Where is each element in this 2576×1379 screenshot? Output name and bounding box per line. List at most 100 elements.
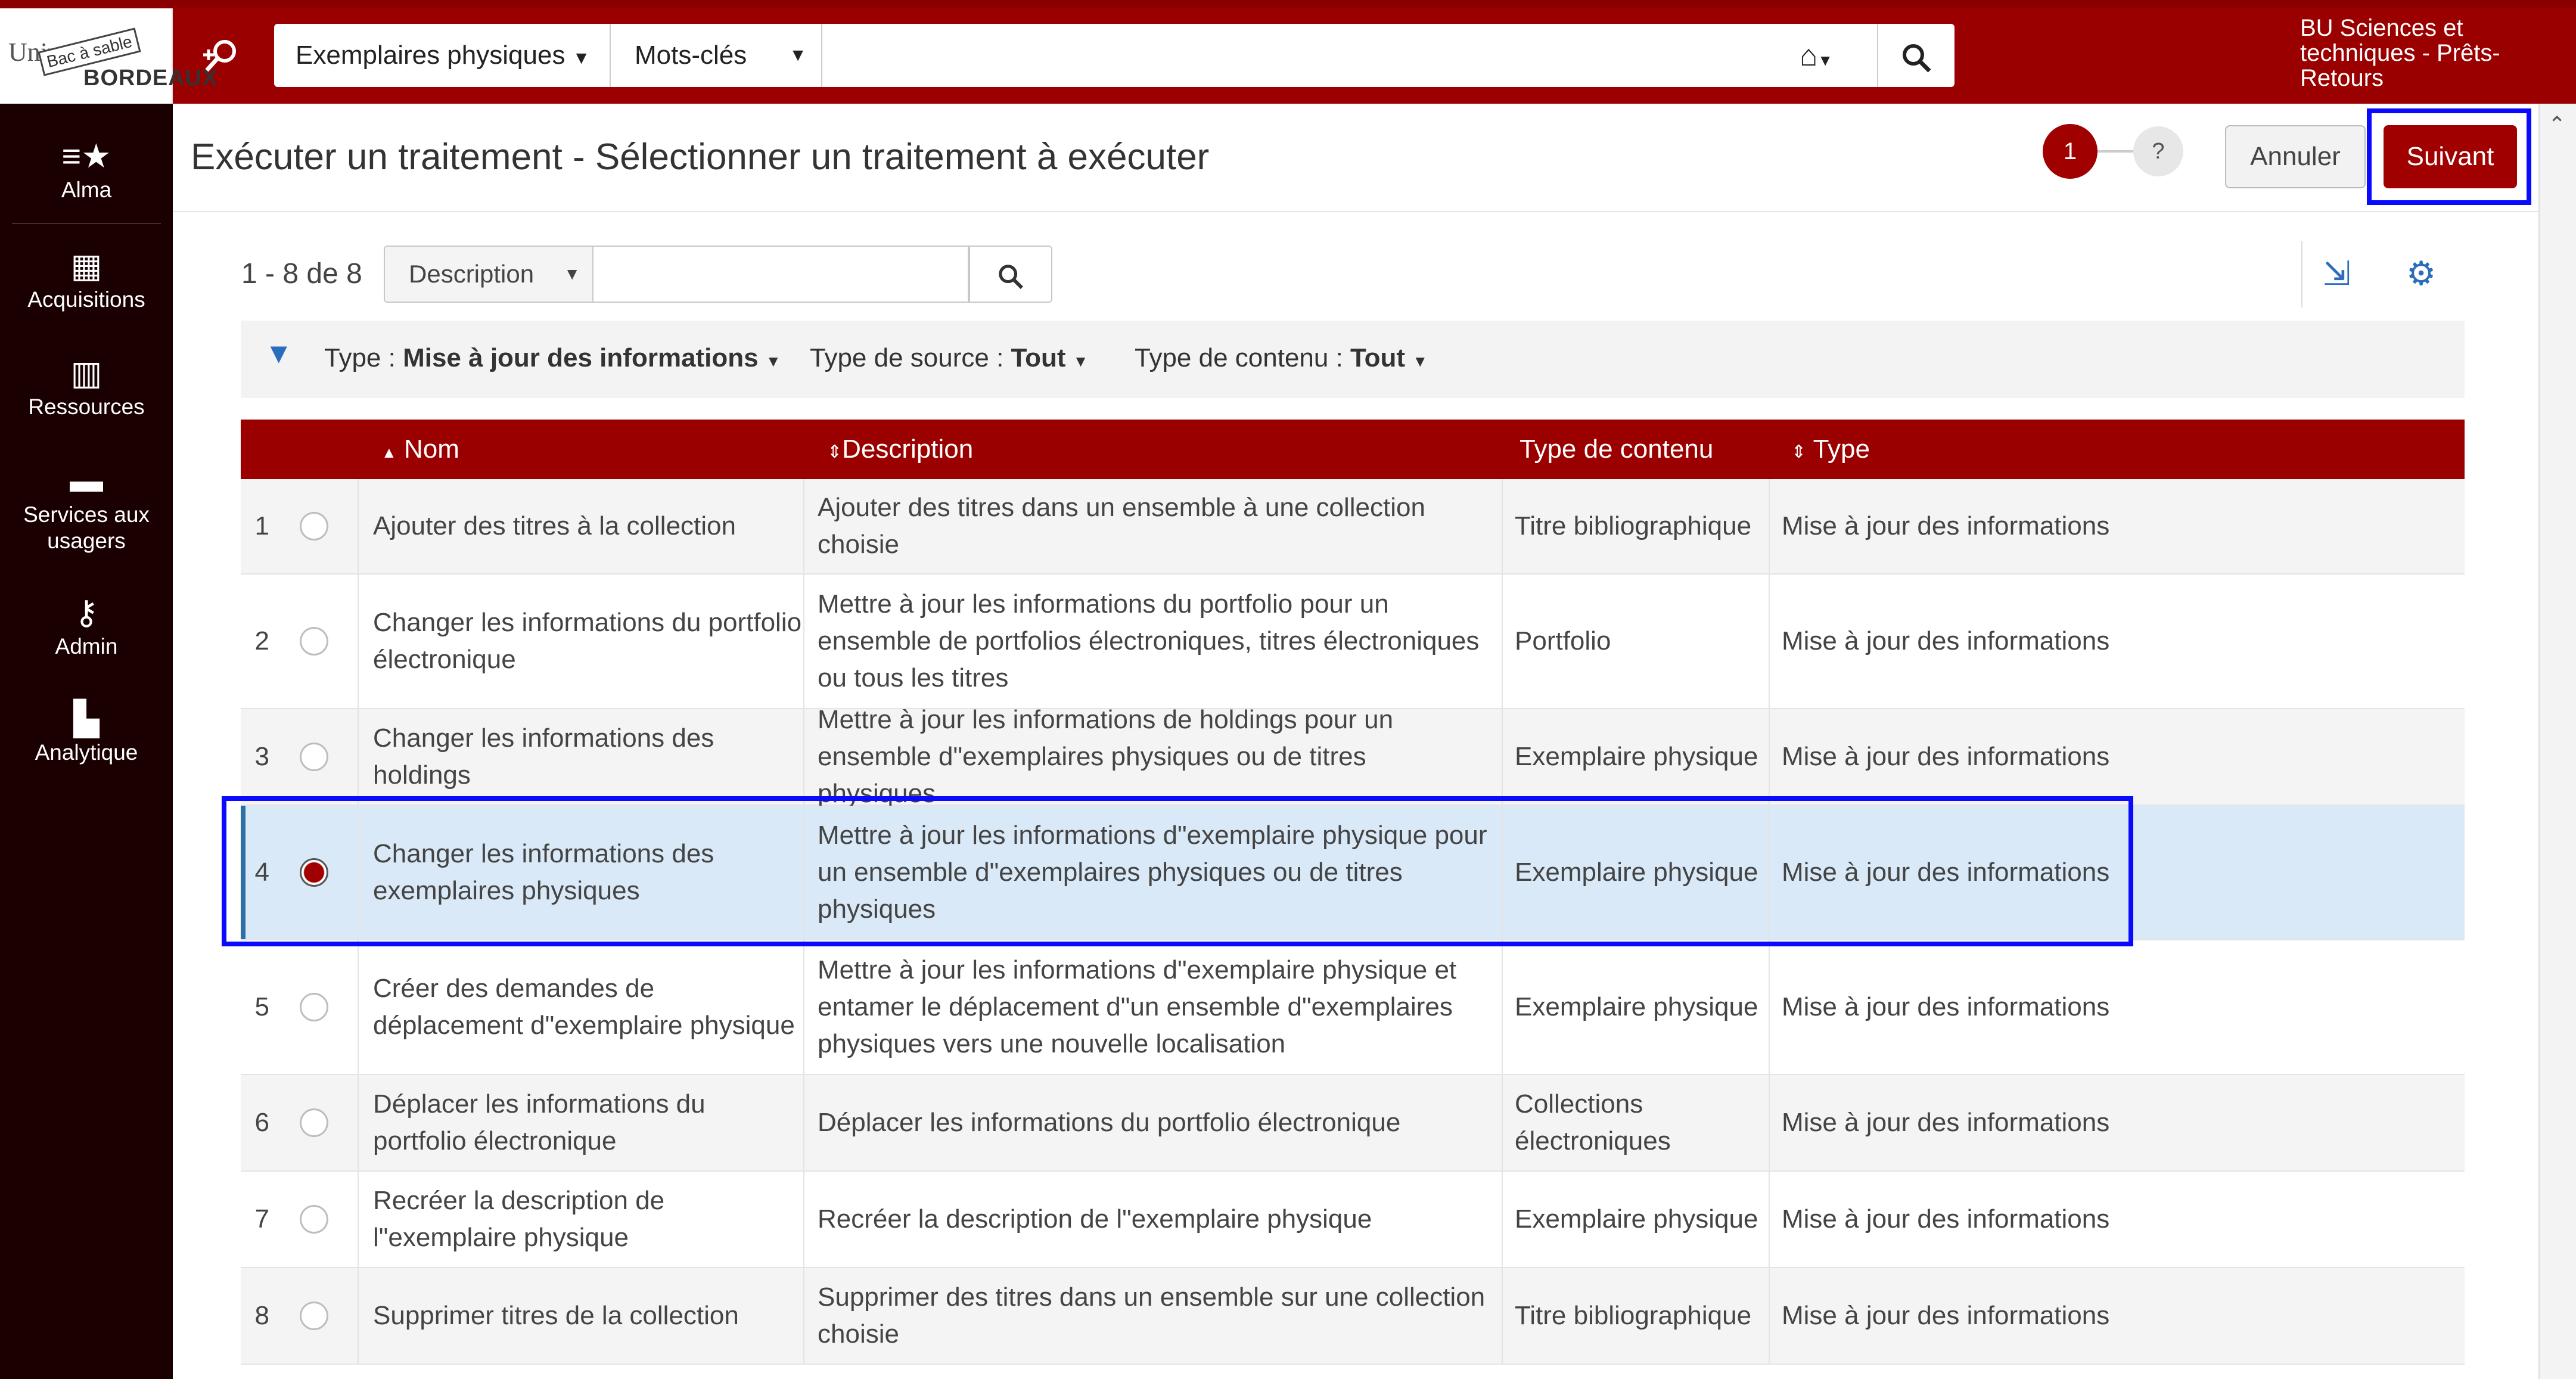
row-name: Ajouter des titres à la collection xyxy=(358,479,803,573)
page-scrollbar[interactable]: ⌃ xyxy=(2538,104,2576,1379)
row-radio[interactable] xyxy=(269,479,359,573)
row-radio[interactable] xyxy=(269,1172,359,1267)
table-row[interactable]: 6 Déplacer les informations du portfolio… xyxy=(241,1075,2465,1172)
filter-content-value: Tout xyxy=(1350,343,1406,372)
search-icon xyxy=(1903,44,1931,73)
filter-type[interactable]: Type : Mise à jour des informations ▼ xyxy=(324,343,781,373)
caret-down-icon: ▼ xyxy=(789,45,807,65)
sidebar-item-acquisitions[interactable]: ▦ Acquisitions xyxy=(0,247,173,312)
row-type: Mise à jour des informations xyxy=(1769,1172,2465,1267)
sidebar-item-label: Admin xyxy=(55,634,118,659)
row-radio[interactable] xyxy=(269,940,359,1074)
persistent-search-icon[interactable] xyxy=(200,36,247,77)
search-field-label: Mots-clés xyxy=(635,41,747,70)
search-button[interactable] xyxy=(1877,24,1954,87)
column-header-name[interactable]: ▲ Nom xyxy=(381,420,459,479)
table-row[interactable]: 2 Changer les informations du portfolio … xyxy=(241,574,2465,709)
scroll-up-icon[interactable]: ⌃ xyxy=(2548,112,2566,137)
books-icon: ▥ xyxy=(70,354,102,392)
row-type: Mise à jour des informations xyxy=(1769,940,2465,1074)
row-description: Mettre à jour les informations d"exempla… xyxy=(803,940,1502,1074)
gear-icon[interactable]: ⚙ xyxy=(2406,254,2436,293)
filter-source-type[interactable]: Type de source : Tout ▼ xyxy=(810,343,1089,373)
radio-button[interactable] xyxy=(300,512,328,541)
column-header-label: Type xyxy=(1813,434,1870,464)
filter-icon: ▼ xyxy=(265,338,293,369)
list-search-field-dropdown[interactable]: Description ▼ xyxy=(384,246,593,303)
highlight-box-next-button xyxy=(2367,108,2531,205)
list-search-button[interactable] xyxy=(969,246,1052,303)
caret-down-icon: ▼ xyxy=(564,265,580,283)
sidebar-item-user-services[interactable]: ▬ Services aux usagers xyxy=(0,461,173,554)
row-radio[interactable] xyxy=(269,1075,359,1170)
row-type: Mise à jour des informations xyxy=(1769,1075,2465,1170)
wrench-icon: ⚷ xyxy=(74,594,99,631)
current-location[interactable]: BU Sciences et techniques - Prêts-Retour… xyxy=(2300,15,2562,91)
result-count: 1 - 8 de 8 xyxy=(241,258,362,290)
step-indicator-current: 1 xyxy=(2043,124,2098,179)
university-logo[interactable]: Univ Bac à sable BORDEAUX xyxy=(0,8,217,104)
row-name: Supprimer titres de la collection xyxy=(358,1268,803,1364)
row-number: 1 xyxy=(254,511,269,541)
list-search-input[interactable] xyxy=(593,246,969,303)
row-content-type: Portfolio xyxy=(1502,574,1769,708)
row-number: 6 xyxy=(254,1108,269,1137)
table-header: ▲ Nom ⇕Description Type de contenu ⇕ Typ… xyxy=(241,420,2465,479)
column-header-label: Description xyxy=(842,434,974,464)
sort-icon: ⇕ xyxy=(827,442,843,462)
bar-chart-icon: ▙ xyxy=(73,700,100,737)
row-content-type: Exemplaire physique xyxy=(1502,709,1769,805)
radio-button[interactable] xyxy=(300,627,328,656)
row-number: 2 xyxy=(254,626,269,656)
filter-type-label: Type : xyxy=(324,343,396,372)
filter-content-type[interactable]: Type de contenu : Tout ▼ xyxy=(1135,343,1428,373)
row-name: Changer les informations du portfolio él… xyxy=(358,574,803,708)
row-description: Ajouter des titres dans un ensemble à un… xyxy=(803,479,1502,573)
table-row[interactable]: 5 Créer des demandes de déplacement d"ex… xyxy=(241,940,2465,1075)
header-divider xyxy=(173,211,2538,212)
radio-button[interactable] xyxy=(300,1302,328,1330)
sidebar-item-alma[interactable]: ≡★ Alma xyxy=(0,137,173,203)
sidebar-item-label: Alma xyxy=(61,178,112,202)
radio-button[interactable] xyxy=(300,1205,328,1234)
sidebar-item-admin[interactable]: ⚷ Admin xyxy=(0,594,173,659)
row-type: Mise à jour des informations xyxy=(1769,479,2465,573)
column-header-type[interactable]: ⇕ Type xyxy=(1791,420,1870,479)
sidebar-item-label: Services aux usagers xyxy=(23,502,150,553)
radio-button[interactable] xyxy=(300,743,328,771)
row-radio[interactable] xyxy=(269,574,359,708)
column-header-description[interactable]: ⇕Description xyxy=(827,420,973,479)
export-icon[interactable]: ⇲ xyxy=(2323,254,2351,293)
cancel-button[interactable]: Annuler xyxy=(2225,125,2366,188)
row-type: Mise à jour des informations xyxy=(1769,574,2465,708)
row-radio[interactable] xyxy=(269,709,359,805)
sidebar-item-resources[interactable]: ▥ Ressources xyxy=(0,354,173,420)
search-field-dropdown[interactable]: Mots-clés ▼ xyxy=(611,24,822,87)
step-indicator-next: ? xyxy=(2133,126,2183,176)
sidebar-item-analytics[interactable]: ▙ Analytique xyxy=(0,700,173,765)
radio-button[interactable] xyxy=(300,1108,328,1137)
sort-icon: ⇕ xyxy=(1791,442,1807,462)
row-name: Changer les informations des holdings xyxy=(358,709,803,805)
home-scope-icon[interactable]: ⌂▼ xyxy=(1800,24,1871,87)
row-number: 3 xyxy=(254,742,269,771)
search-type-dropdown[interactable]: Exemplaires physiques ▼ xyxy=(274,24,611,87)
row-radio[interactable] xyxy=(269,1268,359,1364)
table-row[interactable]: 8 Supprimer titres de la collection Supp… xyxy=(241,1268,2465,1365)
desk-icon: ▬ xyxy=(70,461,103,499)
row-description: Déplacer les informations du portfolio é… xyxy=(803,1075,1502,1170)
radio-button[interactable] xyxy=(300,993,328,1021)
caret-down-icon: ▼ xyxy=(1073,352,1089,370)
row-number: 5 xyxy=(254,992,269,1021)
table-row[interactable]: 7 Recréer la description de l"exemplaire… xyxy=(241,1172,2465,1268)
table-row[interactable]: 3 Changer les informations des holdings … xyxy=(241,705,2465,808)
highlight-box-selected-row xyxy=(222,796,2133,946)
list-search-field-label: Description xyxy=(409,260,535,288)
search-input[interactable] xyxy=(822,24,1770,87)
sort-asc-icon: ▲ xyxy=(381,443,397,461)
table-row[interactable]: 1 Ajouter des titres à la collection Ajo… xyxy=(241,479,2465,574)
toolbar-divider xyxy=(2301,241,2302,308)
row-type: Mise à jour des informations xyxy=(1769,709,2465,805)
column-header-label: Nom xyxy=(403,434,459,464)
sidebar-item-label: Acquisitions xyxy=(27,287,145,312)
